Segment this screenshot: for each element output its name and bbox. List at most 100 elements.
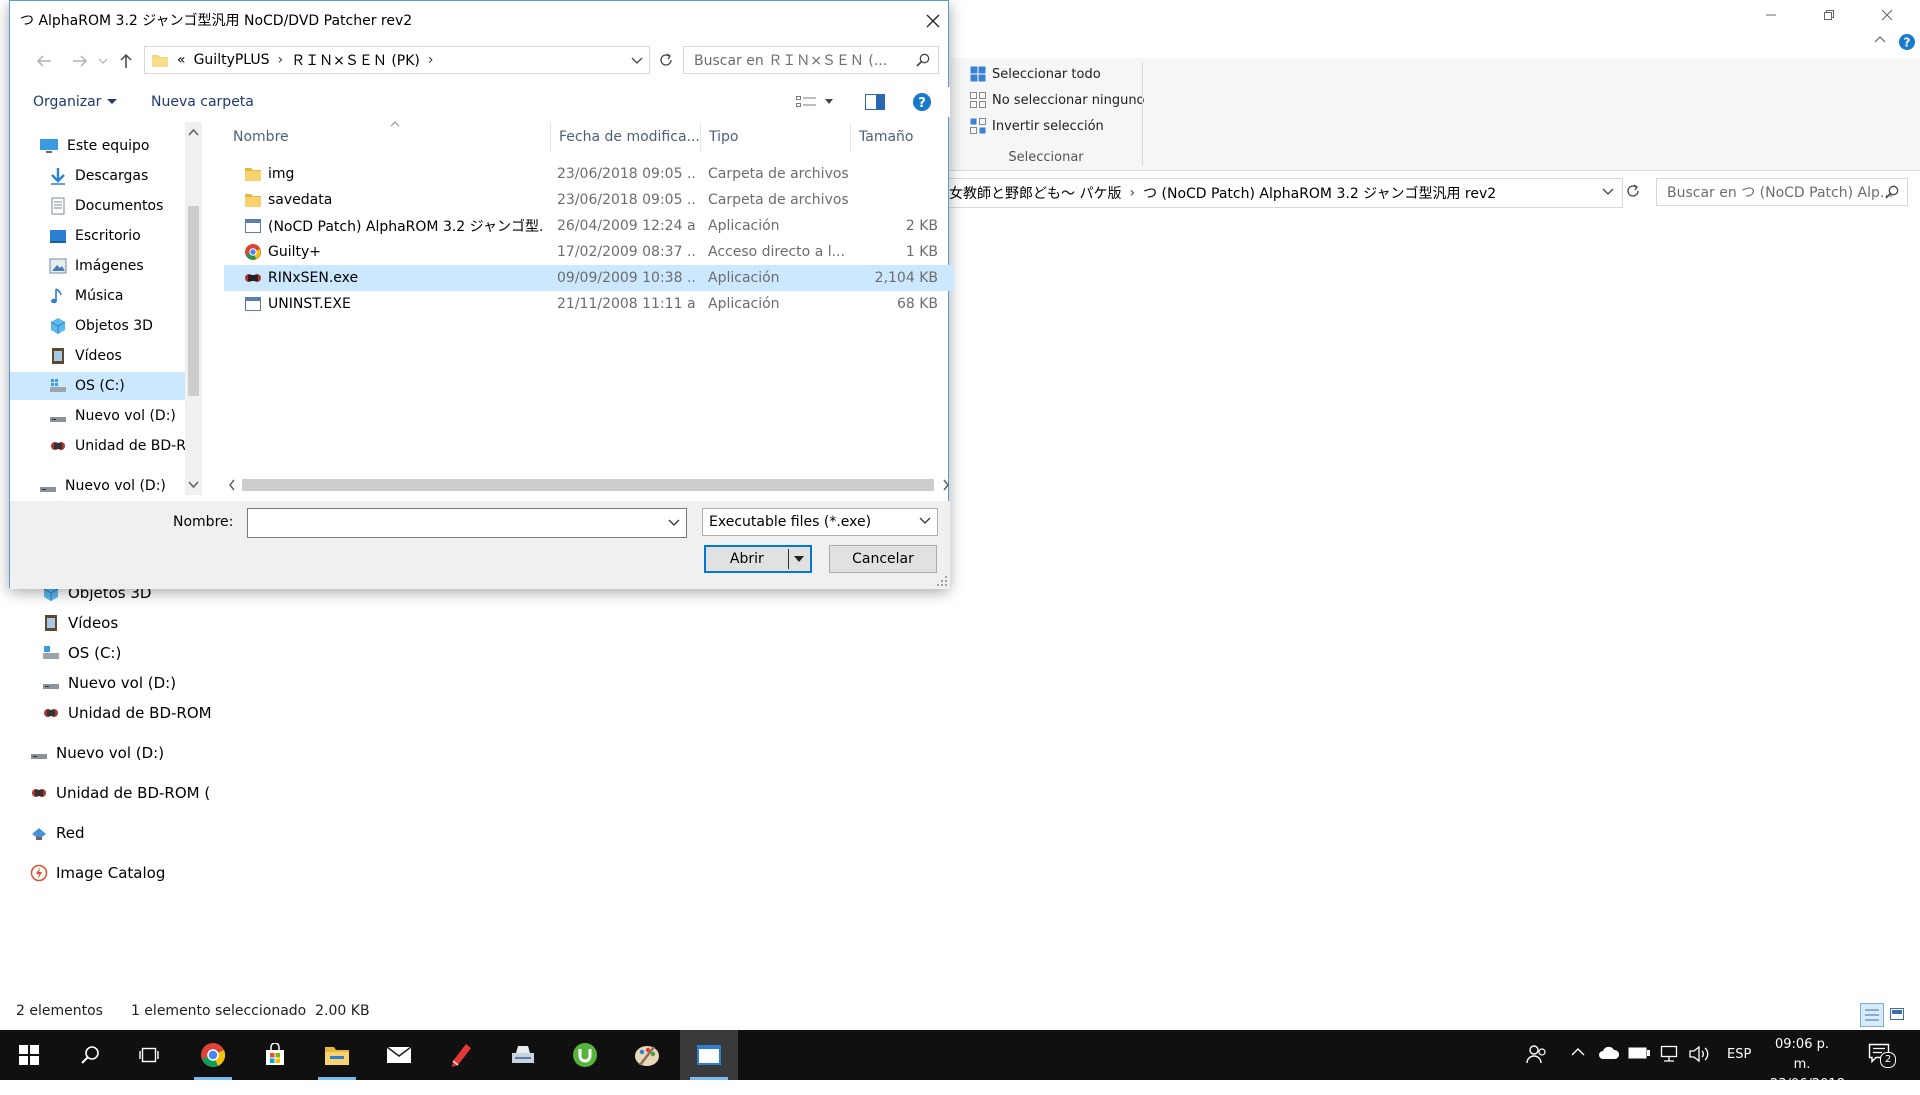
bg-nav-item-bd-rom-2[interactable]: Unidad de BD-ROM ( <box>30 780 210 806</box>
people-button[interactable] <box>1526 1043 1548 1065</box>
volume-tray-button[interactable] <box>1688 1045 1710 1063</box>
bg-nav-item-network[interactable]: Red <box>30 820 85 846</box>
restore-button[interactable] <box>1800 0 1858 30</box>
horizontal-scrollbar[interactable] <box>224 475 954 495</box>
paint-app-taskbar-button[interactable] <box>618 1030 676 1080</box>
input-language-indicator[interactable]: ESP <box>1727 1047 1751 1062</box>
nav-item-desktop[interactable]: Escritorio <box>10 222 185 250</box>
bg-nav-item-drive-d[interactable]: Nuevo vol (D:) <box>42 670 176 696</box>
forward-button[interactable] <box>66 46 94 76</box>
view-options-icon <box>796 96 816 107</box>
file-row-nocd-patch[interactable]: (NoCD Patch) AlphaROM 3.2 ジャンゴ型... 26/04… <box>224 213 954 239</box>
help-button[interactable]: ? <box>1898 33 1916 51</box>
open-button[interactable]: Abrir <box>704 545 812 573</box>
background-address-bar[interactable]: 女教師と野郎ども〜 パケ版 › つ (NoCD Patch) AlphaROM … <box>948 178 1623 208</box>
scanner-app-taskbar-button[interactable] <box>494 1030 552 1080</box>
nav-item-documents[interactable]: Documentos <box>10 192 185 220</box>
cancel-button[interactable]: Cancelar <box>829 545 937 573</box>
bg-nav-item-drive-d-2[interactable]: Nuevo vol (D:) <box>30 740 164 766</box>
nav-item-drive-d-2[interactable]: Nuevo vol (D:) <box>10 472 185 495</box>
scrollbar-thumb[interactable] <box>242 479 934 491</box>
bg-nav-item-os-c[interactable]: OS (C:) <box>42 640 121 666</box>
select-none-button[interactable]: No seleccionar ninguno <box>970 89 1145 111</box>
pen-app-taskbar-button[interactable] <box>432 1030 490 1080</box>
file-row-rinxsen-exe[interactable]: RINxSEN.exe 09/09/2009 10:38 ... Aplicac… <box>224 265 954 291</box>
task-view-button[interactable] <box>120 1030 178 1080</box>
bg-nav-item-image-catalog[interactable]: Image Catalog <box>30 860 165 886</box>
chevron-down-icon[interactable] <box>631 56 643 66</box>
nav-item-this-pc[interactable]: Este equipo <box>10 132 185 160</box>
ribbon-collapse-button[interactable] <box>1873 34 1887 44</box>
utorrent-taskbar-button[interactable] <box>556 1030 614 1080</box>
file-row-img[interactable]: img 23/06/2018 09:05 ... Carpeta de arch… <box>224 161 954 187</box>
back-button[interactable] <box>30 46 58 76</box>
breadcrumb-item[interactable]: GuiltyPLUS <box>194 52 270 68</box>
background-search-box[interactable]: Buscar en つ (NoCD Patch) Alp... <box>1656 178 1908 206</box>
clock[interactable]: 09:06 p. m. 23/06/2018 <box>1770 1035 1845 1095</box>
resize-grip-icon[interactable] <box>936 575 948 587</box>
open-options-dropdown[interactable] <box>789 556 810 562</box>
file-name-input[interactable] <box>247 508 687 538</box>
column-header-name[interactable]: Nombre <box>233 123 289 151</box>
nav-item-downloads[interactable]: Descargas <box>10 162 185 190</box>
minimize-button[interactable] <box>1742 0 1800 30</box>
action-center-button[interactable]: 2 <box>1868 1042 1896 1068</box>
file-row-guilty-plus[interactable]: Guilty+ 17/02/2009 08:37 ... Acceso dire… <box>224 239 954 265</box>
nav-item-music[interactable]: Música <box>10 282 185 310</box>
scrollbar-thumb[interactable] <box>188 206 199 396</box>
file-type-filter[interactable]: Executable files (*.exe) <box>702 508 938 536</box>
open-dialog-taskbar-button[interactable] <box>680 1030 738 1080</box>
recent-locations-button[interactable] <box>94 46 112 76</box>
preview-pane-button[interactable] <box>865 87 885 117</box>
nav-item-drive-d[interactable]: Nuevo vol (D:) <box>10 402 185 430</box>
address-bar[interactable]: « GuiltyPLUS › ＲＩＮ×ＳＥＮ (PK) › <box>144 46 650 74</box>
help-button[interactable]: ? <box>912 87 932 117</box>
breadcrumb-overflow[interactable]: « <box>177 52 186 68</box>
search-input[interactable]: Buscar en ＲＩＮ×ＳＥＮ (... <box>683 46 939 74</box>
column-separator[interactable] <box>850 123 851 151</box>
file-row-savedata[interactable]: savedata 23/06/2018 09:05 ... Carpeta de… <box>224 187 954 213</box>
dialog-close-button[interactable] <box>916 5 950 37</box>
invert-selection-button[interactable]: Invertir selección <box>970 115 1104 137</box>
large-icons-view-button[interactable] <box>1887 1004 1907 1024</box>
column-header-type[interactable]: Tipo <box>709 123 738 151</box>
close-window-button[interactable] <box>1858 0 1916 30</box>
nav-item-objects3d[interactable]: Objetos 3D <box>10 312 185 340</box>
navigation-scrollbar[interactable] <box>185 122 202 495</box>
search-button[interactable] <box>61 1030 119 1080</box>
breadcrumb-item[interactable]: つ (NoCD Patch) AlphaROM 3.2 ジャンゴ型汎用 rev2 <box>1143 183 1496 203</box>
change-view-button[interactable] <box>796 87 834 117</box>
select-all-button[interactable]: Seleccionar todo <box>970 63 1101 85</box>
column-header-size[interactable]: Tamaño <box>859 123 913 151</box>
store-taskbar-button[interactable] <box>246 1030 304 1080</box>
bg-nav-item-bd-rom[interactable]: Unidad de BD-ROM <box>42 700 212 726</box>
details-view-button[interactable] <box>1860 1003 1884 1027</box>
mail-taskbar-button[interactable] <box>370 1030 428 1080</box>
onedrive-tray-button[interactable] <box>1598 1046 1620 1060</box>
battery-tray-button[interactable] <box>1628 1047 1650 1059</box>
bg-nav-item-videos[interactable]: Vídeos <box>42 610 118 636</box>
background-refresh-button[interactable] <box>1625 183 1641 199</box>
chrome-taskbar-button[interactable] <box>184 1030 242 1080</box>
file-row-uninst-exe[interactable]: UNINST.EXE 21/11/2008 11:11 a... Aplicac… <box>224 291 954 317</box>
start-button[interactable] <box>0 1030 58 1080</box>
refresh-button[interactable] <box>653 47 679 73</box>
organize-button[interactable]: Organizar <box>33 87 118 117</box>
column-separator[interactable] <box>550 123 551 151</box>
nav-item-os-c[interactable]: OS (C:) <box>10 372 185 400</box>
breadcrumb-item[interactable]: ＲＩＮ×ＳＥＮ (PK) <box>291 50 420 70</box>
network-tray-button[interactable] <box>1658 1045 1680 1063</box>
background-address-dropdown[interactable] <box>1602 185 1614 197</box>
file-explorer-taskbar-button[interactable] <box>308 1030 366 1080</box>
up-button[interactable] <box>112 46 140 76</box>
column-header-date[interactable]: Fecha de modifica... <box>559 123 700 151</box>
nav-item-bd-rom[interactable]: Unidad de BD-R( <box>10 432 185 460</box>
file-name-cell: img <box>244 161 544 187</box>
file-name-dropdown[interactable] <box>663 509 685 537</box>
new-folder-button[interactable]: Nueva carpeta <box>151 87 254 117</box>
column-separator[interactable] <box>700 123 701 151</box>
nav-item-pictures[interactable]: Imágenes <box>10 252 185 280</box>
nav-item-videos[interactable]: Vídeos <box>10 342 185 370</box>
show-hidden-icons-button[interactable] <box>1570 1047 1586 1057</box>
breadcrumb-item[interactable]: 女教師と野郎ども〜 パケ版 <box>949 183 1121 203</box>
